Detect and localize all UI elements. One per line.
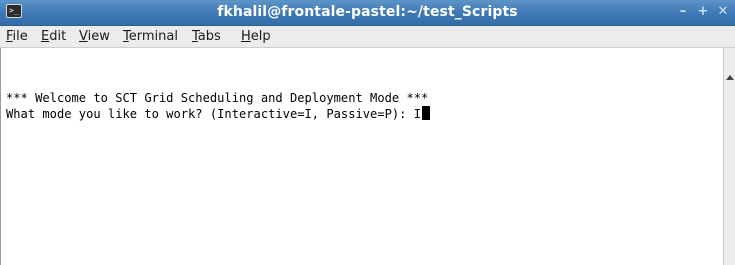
welcome-text: *** Welcome to SCT Grid Scheduling and D… [6,91,429,105]
menu-tabs[interactable]: Tabs [192,26,221,47]
title-bar[interactable]: >_ fkhalil@frontale-pastel:~/test_Script… [0,0,735,26]
menu-terminal-label: erminal [128,29,178,44]
text-cursor [422,106,431,120]
scroll-up-arrow-icon[interactable] [726,75,734,80]
minimize-button[interactable]: – [673,3,693,21]
menu-view[interactable]: View [79,26,110,47]
terminal-window: >_ fkhalil@frontale-pastel:~/test_Script… [0,0,735,265]
menu-terminal[interactable]: Terminal [123,26,178,47]
window-title: fkhalil@frontale-pastel:~/test_Scripts [217,4,518,20]
menu-bar: File Edit View Terminal Tabs Help [0,26,735,48]
menu-file-label: ile [12,29,28,44]
menu-view-mnemonic: V [79,29,88,44]
menu-help-mnemonic: H [241,29,251,44]
menu-edit-mnemonic: E [41,29,50,44]
vertical-scrollbar[interactable] [723,48,735,265]
terminal-line: What mode you like to work? (Interactive… [6,106,431,121]
menu-help-label: elp [250,29,271,44]
mode-prompt-text: What mode you like to work? (Interactive… [6,107,422,121]
terminal-output[interactable]: *** Welcome to SCT Grid Scheduling and D… [0,48,723,265]
maximize-button[interactable]: + [693,3,713,21]
close-button[interactable]: ✕ [713,3,733,21]
window-controls: – + ✕ [673,3,733,21]
terminal-line: *** Welcome to SCT Grid Scheduling and D… [6,91,428,106]
menu-file[interactable]: File [6,26,28,47]
menu-tabs-label: abs [197,29,221,44]
menu-help[interactable]: Help [241,26,271,47]
menu-edit[interactable]: Edit [41,26,66,47]
menu-edit-label: dit [49,29,67,44]
menu-view-label: iew [87,29,110,44]
